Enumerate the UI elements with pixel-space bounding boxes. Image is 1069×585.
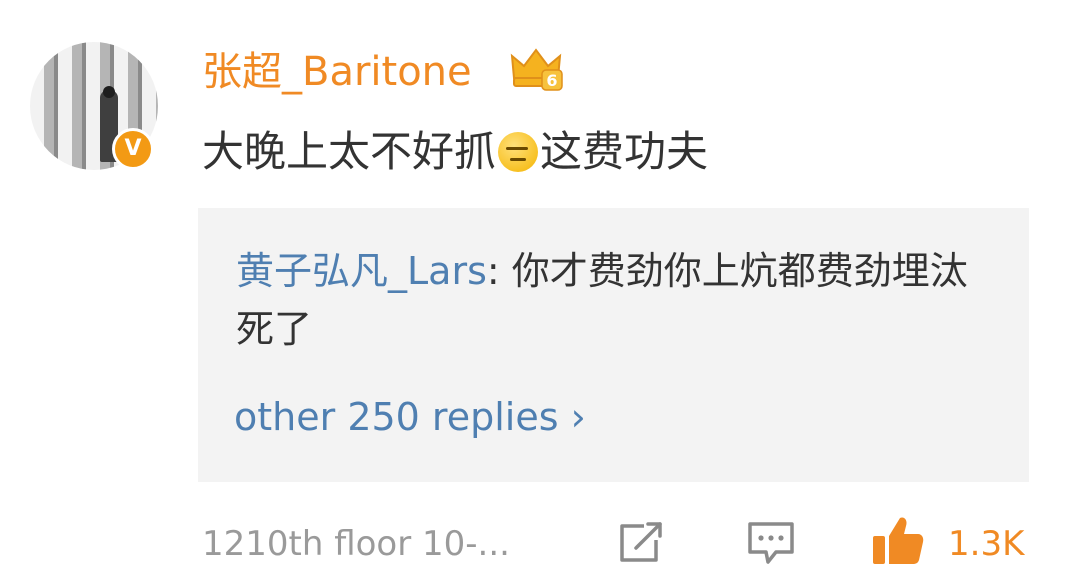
smirk-emoji-icon bbox=[498, 132, 539, 172]
thumbs-up-icon[interactable] bbox=[870, 514, 926, 568]
verified-badge: V bbox=[112, 128, 154, 170]
comment-text-part1: 大晚上太不好抓 bbox=[202, 127, 497, 176]
chevron-right-icon: › bbox=[570, 395, 586, 439]
floor-info: 1210th floor 10-... bbox=[202, 524, 510, 564]
reply-preview-box[interactable]: 黄子弘凡_Lars: 你才费劲你上炕都费劲埋汰死了 other 250 repl… bbox=[198, 208, 1029, 482]
crown-level-icon: 6 bbox=[510, 48, 563, 91]
comment-text: 大晚上太不好抓 这费功夫 bbox=[202, 124, 708, 180]
comment-icon[interactable] bbox=[746, 520, 796, 566]
more-replies-label: other 250 replies bbox=[234, 395, 559, 439]
verified-badge-label: V bbox=[124, 136, 142, 161]
reply-separator: : bbox=[486, 249, 512, 293]
comment-text-part2: 这费功夫 bbox=[540, 127, 709, 176]
more-replies-link[interactable]: other 250 replies › bbox=[234, 392, 586, 442]
comment-username[interactable]: 张超_Baritone bbox=[202, 46, 472, 98]
like-count: 1.3K bbox=[948, 524, 1025, 564]
reply-preview: 黄子弘凡_Lars: 你才费劲你上炕都费劲埋汰死了 bbox=[236, 242, 996, 358]
avatar-person-head bbox=[103, 86, 115, 98]
level-number: 6 bbox=[546, 71, 557, 90]
reply-username[interactable]: 黄子弘凡_Lars bbox=[236, 249, 487, 293]
share-icon[interactable] bbox=[616, 520, 666, 566]
